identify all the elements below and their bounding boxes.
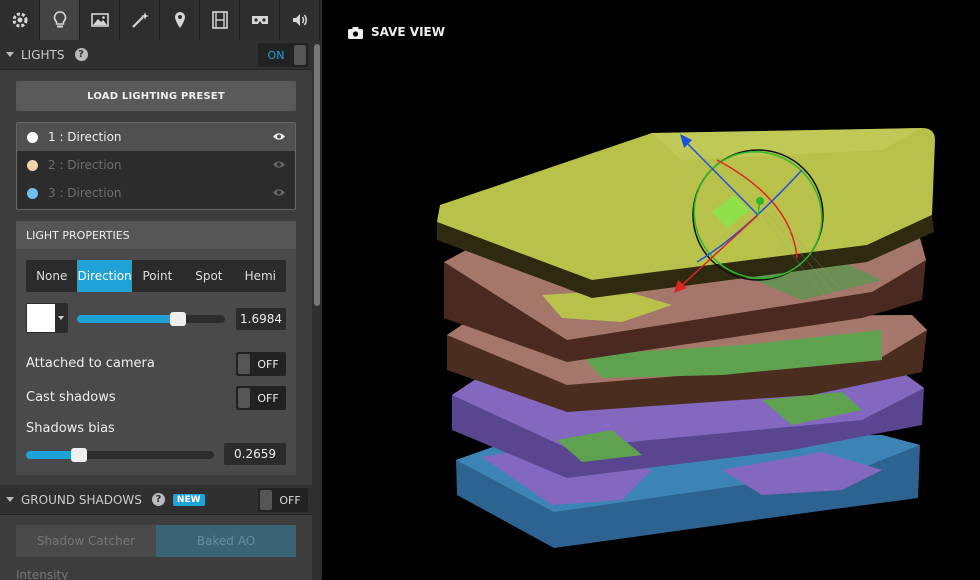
ground-shadows-toggle-label: OFF — [279, 493, 301, 507]
lights-tab[interactable] — [40, 0, 80, 40]
attached-to-camera-label: Attached to camera — [26, 356, 155, 371]
collapse-caret-icon[interactable] — [6, 52, 14, 57]
eye-icon[interactable] — [273, 188, 285, 197]
slider-handle[interactable] — [169, 312, 186, 326]
toggle-knob — [260, 490, 272, 510]
animation-tab[interactable] — [200, 0, 240, 40]
eye-icon[interactable] — [273, 160, 285, 169]
shadow-catcher-tab[interactable]: Shadow Catcher — [16, 525, 156, 557]
magic-wand-icon — [131, 12, 149, 28]
settings-tab[interactable] — [0, 0, 40, 40]
background-tab[interactable] — [80, 0, 120, 40]
lights-title: LIGHTS — [21, 47, 65, 62]
light-color-dot — [27, 187, 38, 199]
light-item-label: 3 : Direction — [48, 186, 122, 200]
light-type-spot[interactable]: Spot — [183, 260, 234, 292]
shadows-bias-label: Shadows bias — [26, 421, 115, 436]
camera-icon — [348, 26, 363, 39]
annotations-tab[interactable] — [160, 0, 200, 40]
light-type-hemi[interactable]: Hemi — [235, 260, 286, 292]
collapse-caret-icon[interactable] — [6, 497, 14, 502]
ground-shadows-section-header[interactable]: GROUND SHADOWS ? NEW OFF — [0, 485, 312, 515]
postprocess-tab[interactable] — [120, 0, 160, 40]
slider-handle[interactable] — [70, 448, 87, 462]
light-color-picker[interactable] — [26, 303, 68, 333]
light-list: 1 : Direction 2 : Direction 3 : Directio… — [16, 122, 296, 210]
light-item-3[interactable]: 3 : Direction — [17, 179, 295, 207]
ground-shadows-title: GROUND SHADOWS — [21, 492, 142, 507]
intensity-slider[interactable] — [77, 312, 225, 326]
image-icon — [90, 13, 109, 27]
light-properties-panel: LIGHT PROPERTIES None Direction Point Sp… — [16, 221, 296, 475]
light-type-selector: None Direction Point Spot Hemi — [26, 260, 286, 292]
left-panel: LIGHTS ? ON LOAD LIGHTING PRESET 1 : Dir… — [0, 0, 322, 580]
toggle-knob — [238, 388, 250, 408]
help-icon[interactable]: ? — [74, 48, 88, 61]
vr-headset-icon — [251, 16, 268, 24]
toggle-knob — [238, 354, 250, 374]
shadows-bias-slider[interactable] — [26, 448, 214, 462]
light-type-none[interactable]: None — [26, 260, 77, 292]
light-color-dot — [27, 131, 38, 143]
intensity-label: Intensity — [16, 568, 69, 580]
light-type-point[interactable]: Point — [132, 260, 183, 292]
top-toolbar — [0, 0, 322, 40]
sound-tab[interactable] — [280, 0, 320, 40]
color-swatch — [27, 304, 55, 332]
light-item-1[interactable]: 1 : Direction — [17, 123, 295, 151]
light-properties-title: LIGHT PROPERTIES — [16, 221, 296, 249]
lightbulb-icon — [53, 11, 66, 28]
eye-icon[interactable] — [273, 132, 285, 141]
lights-toggle-label: ON — [267, 48, 285, 62]
new-badge: NEW — [172, 493, 205, 506]
light-item-2[interactable]: 2 : Direction — [17, 151, 295, 179]
cast-shadows-label: Cast shadows — [26, 390, 116, 405]
panel-scroll-area: LIGHTS ? ON LOAD LIGHTING PRESET 1 : Dir… — [0, 40, 312, 580]
3d-model-scene[interactable] — [322, 0, 980, 580]
ground-shadows-toggle[interactable]: OFF — [258, 488, 308, 512]
gear-icon — [12, 12, 27, 28]
toggle-knob — [294, 45, 306, 65]
toggle-state: OFF — [257, 357, 279, 371]
toggle-state: OFF — [257, 391, 279, 405]
slider-fill — [77, 315, 178, 323]
dropdown-arrow-icon — [58, 316, 64, 320]
3d-viewport[interactable]: SAVE VIEW — [322, 0, 980, 580]
ground-shadows-mode-tabs: Shadow Catcher Baked AO — [16, 525, 296, 557]
vr-tab[interactable] — [240, 0, 280, 40]
help-icon[interactable]: ? — [151, 493, 165, 506]
light-item-label: 2 : Direction — [48, 158, 122, 172]
save-view-label: SAVE VIEW — [371, 25, 445, 39]
shadows-bias-value[interactable]: 0.2659 — [224, 443, 286, 465]
scrollbar-thumb[interactable] — [314, 44, 320, 306]
film-icon — [211, 11, 228, 29]
save-view-button[interactable]: SAVE VIEW — [348, 25, 445, 39]
light-item-label: 1 : Direction — [48, 130, 122, 144]
attached-to-camera-toggle[interactable]: OFF — [236, 352, 286, 376]
lights-section-header[interactable]: LIGHTS ? ON — [0, 40, 312, 70]
intensity-value[interactable]: 1.6984 — [236, 308, 286, 330]
cast-shadows-toggle[interactable]: OFF — [236, 386, 286, 410]
light-type-direction[interactable]: Direction — [77, 260, 132, 292]
lights-toggle[interactable]: ON — [258, 43, 308, 67]
panel-scrollbar[interactable] — [312, 40, 322, 580]
baked-ao-tab[interactable]: Baked AO — [156, 525, 296, 557]
speaker-icon — [292, 14, 307, 26]
light-color-dot — [27, 159, 38, 171]
load-lighting-preset-button[interactable]: LOAD LIGHTING PRESET — [16, 81, 296, 111]
map-pin-icon — [174, 12, 185, 28]
